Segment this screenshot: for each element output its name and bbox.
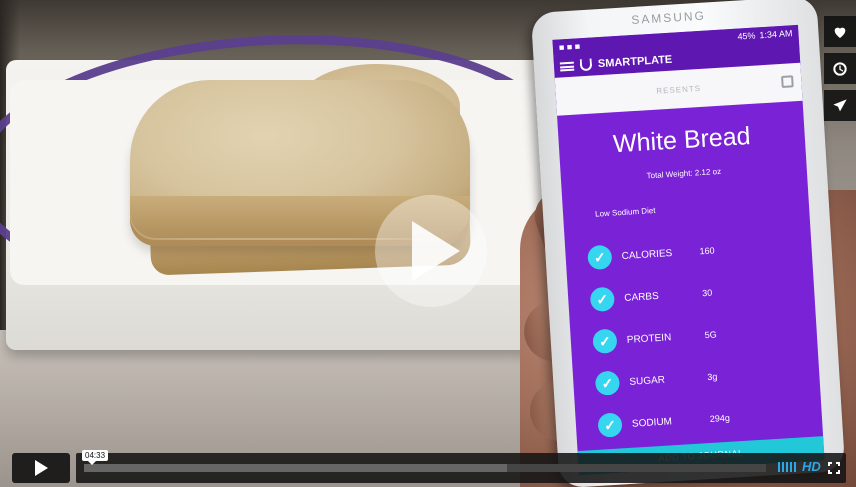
paper-plane-icon: [833, 98, 847, 111]
total-weight: Total Weight: 2.12 oz: [646, 166, 722, 181]
nutrient-value: 294g: [709, 412, 731, 424]
play-icon: [412, 221, 460, 281]
status-time: 1:34 AM: [759, 28, 793, 41]
play-overlay-button[interactable]: [375, 195, 487, 307]
volume-bar: [778, 462, 780, 472]
current-time: 04:33: [82, 450, 109, 465]
play-icon: [34, 460, 48, 476]
battery-percent: 45%: [737, 30, 756, 42]
diet-label: Low Sodium Diet: [594, 205, 656, 219]
food-name: White Bread: [612, 122, 752, 159]
phone-screen: ■ ■ ■ 45% 1:34 AM SMARTPLATE RESENTS Whi…: [552, 24, 825, 476]
checkmark-icon: ✓: [594, 370, 621, 396]
video-player[interactable]: SAMSUNG ■ ■ ■ 45% 1:34 AM SMARTPLATE RES…: [0, 0, 856, 487]
volume-bar: [794, 462, 796, 472]
volume-bar: [782, 462, 784, 472]
volume-bar: [786, 462, 788, 472]
clock-icon: [833, 61, 847, 76]
menu-icon: [559, 61, 575, 71]
expand-icon: [781, 75, 794, 88]
fullscreen-icon: [828, 462, 832, 466]
fullscreen-button[interactable]: [828, 462, 840, 474]
heart-icon: [834, 27, 846, 38]
smartphone: SAMSUNG ■ ■ ■ 45% 1:34 AM SMARTPLATE RES…: [530, 0, 846, 487]
phone-brand: SAMSUNG: [630, 8, 707, 28]
like-button[interactable]: [824, 16, 856, 47]
nutrient-name: CARBS: [623, 290, 660, 304]
hd-toggle[interactable]: HD: [802, 459, 821, 474]
progress-timeline[interactable]: 04:33: [82, 450, 766, 472]
player-controls: 04:33 HD: [0, 449, 856, 487]
nutrient-value: 5G: [704, 329, 718, 341]
share-button[interactable]: [824, 90, 856, 121]
app-logo-icon: [579, 58, 593, 72]
controls-bar: 04:33 HD: [76, 450, 846, 483]
checkmark-icon: ✓: [589, 286, 616, 313]
nutrient-name: SODIUM: [631, 415, 673, 430]
volume-button[interactable]: [778, 462, 796, 472]
watch-later-button[interactable]: [824, 53, 856, 84]
checkmark-icon: ✓: [597, 412, 623, 438]
search-placeholder: RESENTS: [656, 83, 702, 96]
nutrient-name: CALORIES: [621, 247, 673, 262]
app-name: SMARTPLATE: [597, 53, 673, 71]
nutrient-value: 3g: [706, 371, 718, 383]
nutrient-list: ✓ CALORIES 160 ✓ CARBS 30 ✓ PROTEIN 5G ✓…: [565, 224, 823, 449]
buffered-bar: [84, 464, 507, 472]
nutrient-name: PROTEIN: [626, 331, 672, 346]
nutrient-value: 160: [699, 245, 715, 257]
volume-bar: [790, 462, 792, 472]
play-button[interactable]: [12, 453, 70, 483]
checkmark-icon: ✓: [592, 328, 618, 354]
nutrient-name: SUGAR: [629, 374, 666, 388]
side-actions: [824, 16, 856, 121]
notification-icons: ■ ■ ■: [558, 41, 581, 53]
nutrient-value: 30: [701, 287, 713, 299]
checkmark-icon: ✓: [587, 244, 613, 271]
